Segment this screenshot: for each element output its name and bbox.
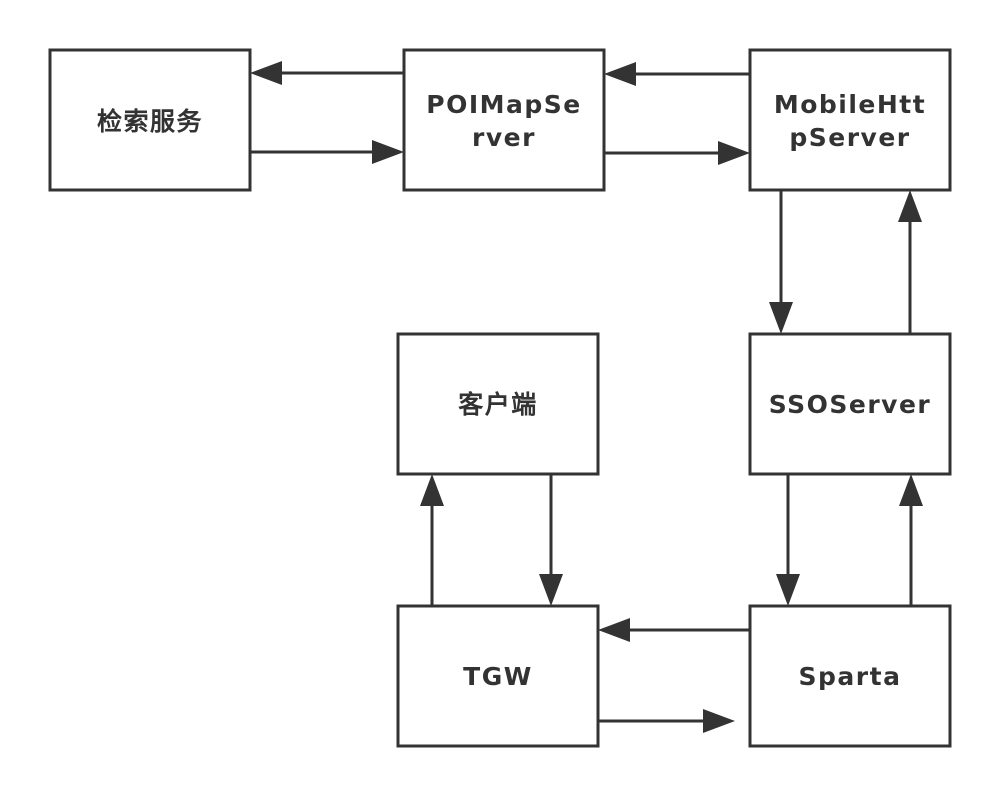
edge-sparta-to-tgw: [598, 618, 750, 642]
node-tgw-label: TGW: [463, 662, 533, 691]
node-sparta-label: Sparta: [799, 662, 902, 691]
node-sso-server-label: SSOServer: [769, 390, 932, 419]
node-poi-map-server: POIMapSe rver: [402, 48, 606, 192]
node-mobile-http-server-label-line1: MobileHtt: [774, 90, 926, 119]
node-mobile-http-server: MobileHtt pServer: [748, 48, 952, 192]
node-search-service: 检索服务: [48, 48, 252, 192]
node-sso-server: SSOServer: [748, 332, 952, 476]
node-poi-map-server-label-line2: rver: [472, 123, 536, 152]
edge-tgw-to-client: [420, 474, 444, 606]
edge-mobile-to-poi: [604, 62, 750, 86]
edge-sso-to-sparta: [776, 474, 800, 606]
node-poi-map-server-label-line1: POIMapSe: [426, 90, 581, 119]
edge-poi-to-search: [250, 61, 404, 85]
edge-poi-to-mobile: [604, 141, 750, 165]
node-tgw: TGW: [396, 604, 600, 748]
node-client-label: 客户端: [458, 390, 538, 419]
edge-sparta-to-sso: [899, 474, 923, 606]
node-mobile-http-server-label-line2: pServer: [789, 123, 910, 152]
edge-tgw-to-sparta: [598, 709, 735, 733]
edge-sso-to-mobile: [898, 190, 922, 334]
edge-search-to-poi: [250, 140, 404, 164]
node-client: 客户端: [396, 332, 600, 476]
node-sparta: Sparta: [748, 604, 952, 748]
node-search-service-label: 检索服务: [97, 107, 203, 136]
edge-mobile-to-sso: [769, 190, 793, 334]
architecture-diagram: 检索服务 POIMapSe rver MobileHtt pServer SSO…: [48, 48, 952, 748]
edge-client-to-tgw: [539, 474, 563, 606]
